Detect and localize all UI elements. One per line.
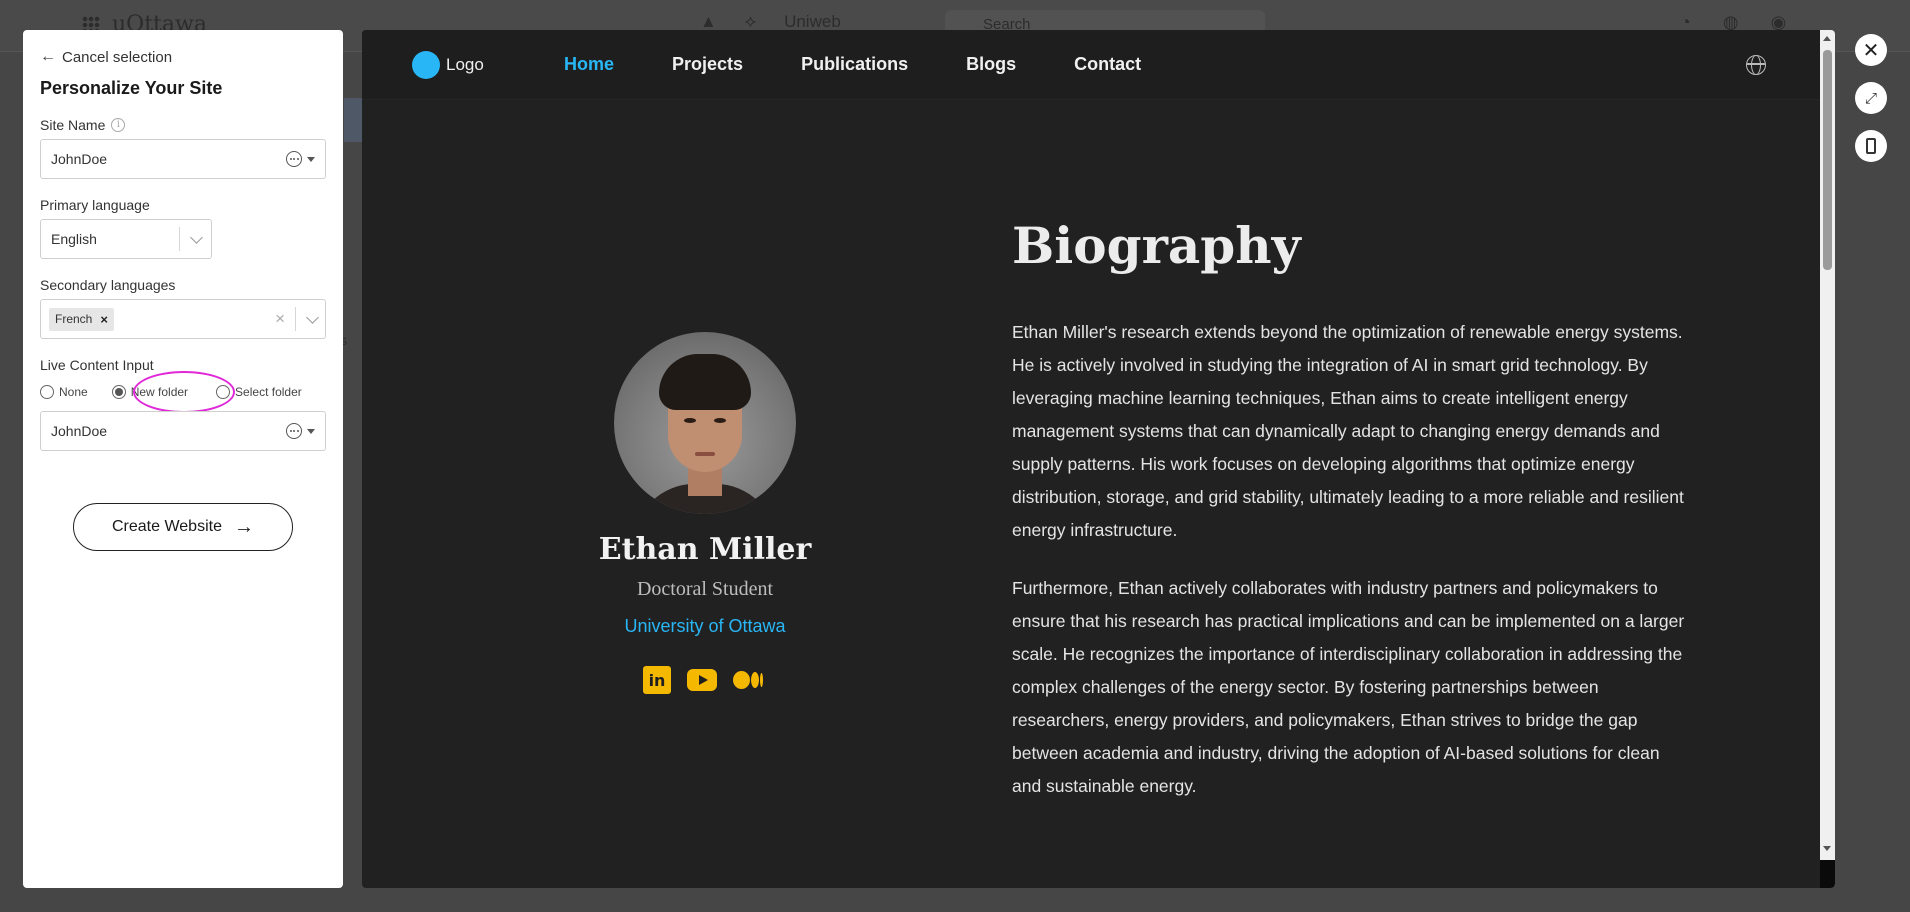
cancel-selection-label: Cancel selection bbox=[62, 48, 173, 66]
primary-language-value: English bbox=[51, 231, 97, 247]
site-navbar: Logo Home Projects Publications Blogs Co… bbox=[362, 30, 1820, 100]
caret-down-icon[interactable] bbox=[307, 156, 315, 162]
logo-text: Logo bbox=[446, 55, 484, 74]
create-website-label: Create Website bbox=[112, 518, 222, 535]
personalize-panel: ← Cancel selection Personalize Your Site… bbox=[23, 30, 343, 888]
language-chip-label: French bbox=[55, 312, 93, 326]
radio-circle bbox=[111, 385, 126, 399]
mobile-view-icon[interactable] bbox=[1855, 130, 1887, 162]
language-chip: French × bbox=[49, 307, 114, 331]
biography-paragraph: Furthermore, Ethan actively collaborates… bbox=[1012, 578, 1685, 796]
expand-icon[interactable]: ⤢ bbox=[1855, 82, 1887, 114]
live-content-label: Live Content Input bbox=[40, 357, 154, 373]
person-organization-link[interactable]: University of Ottawa bbox=[542, 616, 868, 637]
radio-select-folder[interactable]: Select folder bbox=[216, 385, 302, 399]
panel-title: Personalize Your Site bbox=[40, 78, 223, 98]
biography-heading: Biography bbox=[1012, 216, 1301, 275]
nav-projects[interactable]: Projects bbox=[672, 54, 743, 75]
medium-icon[interactable] bbox=[733, 666, 763, 694]
radio-select-folder-label: Select folder bbox=[235, 385, 302, 399]
website-preview: Logo Home Projects Publications Blogs Co… bbox=[362, 30, 1835, 888]
info-icon[interactable]: i bbox=[111, 118, 126, 132]
radio-circle bbox=[216, 385, 231, 399]
site-name-label: Site Name i bbox=[40, 117, 326, 133]
create-website-button[interactable]: Create Website → bbox=[73, 503, 293, 551]
radio-circle bbox=[40, 385, 54, 399]
folder-name-value: JohnDoe bbox=[51, 423, 108, 439]
globe-icon[interactable] bbox=[1746, 55, 1766, 75]
person-name: Ethan Miller bbox=[598, 532, 812, 567]
biography-paragraph: Ethan Miller's research extends beyond t… bbox=[1012, 322, 1684, 540]
scroll-corner bbox=[1820, 860, 1835, 888]
background-sidebar-highlight bbox=[344, 98, 364, 142]
primary-language-label: Primary language bbox=[40, 197, 150, 213]
linkedin-icon[interactable]: in bbox=[643, 666, 671, 694]
more-options-icon[interactable] bbox=[286, 423, 302, 439]
cancel-selection-link[interactable]: ← Cancel selection bbox=[40, 46, 326, 68]
site-name-field[interactable]: JohnDoe bbox=[40, 139, 326, 179]
arrow-right-icon: → bbox=[233, 515, 254, 538]
select-separator bbox=[179, 227, 180, 251]
youtube-icon[interactable] bbox=[687, 669, 717, 691]
site-logo[interactable]: Logo bbox=[412, 51, 484, 79]
chevron-down-icon[interactable] bbox=[306, 310, 319, 324]
radio-new-folder[interactable]: New folder bbox=[111, 385, 189, 399]
live-content-radio-group: None New folder Select folder bbox=[40, 371, 326, 413]
nav-contact[interactable]: Contact bbox=[1074, 54, 1141, 75]
home-icon: ▲ bbox=[700, 12, 717, 31]
logo-circle-icon bbox=[412, 51, 440, 79]
workspace-selector: Uniweb bbox=[784, 12, 841, 31]
scroll-down-arrow-icon[interactable] bbox=[1823, 846, 1831, 851]
secondary-languages-label: Secondary languages bbox=[40, 277, 176, 293]
nav-home[interactable]: Home bbox=[564, 54, 614, 75]
more-options-icon[interactable] bbox=[286, 151, 302, 167]
scroll-thumb[interactable] bbox=[1823, 50, 1832, 270]
person-role: Doctoral Student bbox=[636, 578, 774, 600]
secondary-languages-select[interactable]: French × × bbox=[40, 299, 326, 339]
scroll-up-arrow-icon[interactable] bbox=[1823, 36, 1831, 41]
preview-scrollbar[interactable] bbox=[1820, 30, 1835, 888]
radio-none-label: None bbox=[59, 385, 88, 399]
nav-blogs[interactable]: Blogs bbox=[966, 54, 1016, 75]
site-nav-links: Home Projects Publications Blogs Contact bbox=[564, 54, 1141, 75]
network-icon: ⟡ bbox=[744, 12, 757, 31]
profile-photo bbox=[614, 332, 796, 514]
radio-none[interactable]: None bbox=[40, 385, 88, 399]
site-name-label-text: Site Name bbox=[40, 117, 106, 133]
close-icon[interactable]: ✕ bbox=[1855, 34, 1887, 66]
folder-name-field[interactable]: JohnDoe bbox=[40, 411, 326, 451]
arrow-left-icon: ← bbox=[40, 48, 56, 65]
select-separator bbox=[295, 307, 296, 331]
clear-selection-icon[interactable]: × bbox=[275, 309, 285, 329]
nav-publications[interactable]: Publications bbox=[801, 54, 908, 75]
caret-down-icon[interactable] bbox=[307, 428, 315, 434]
background-toolbar: ▲ ⟡ Uniweb bbox=[700, 12, 841, 32]
remove-chip-icon[interactable]: × bbox=[100, 312, 108, 327]
site-name-value: JohnDoe bbox=[51, 151, 108, 167]
radio-new-folder-label: New folder bbox=[130, 385, 189, 399]
chevron-down-icon[interactable] bbox=[190, 230, 203, 244]
primary-language-select[interactable]: English bbox=[40, 219, 212, 259]
social-links: in bbox=[643, 666, 763, 694]
